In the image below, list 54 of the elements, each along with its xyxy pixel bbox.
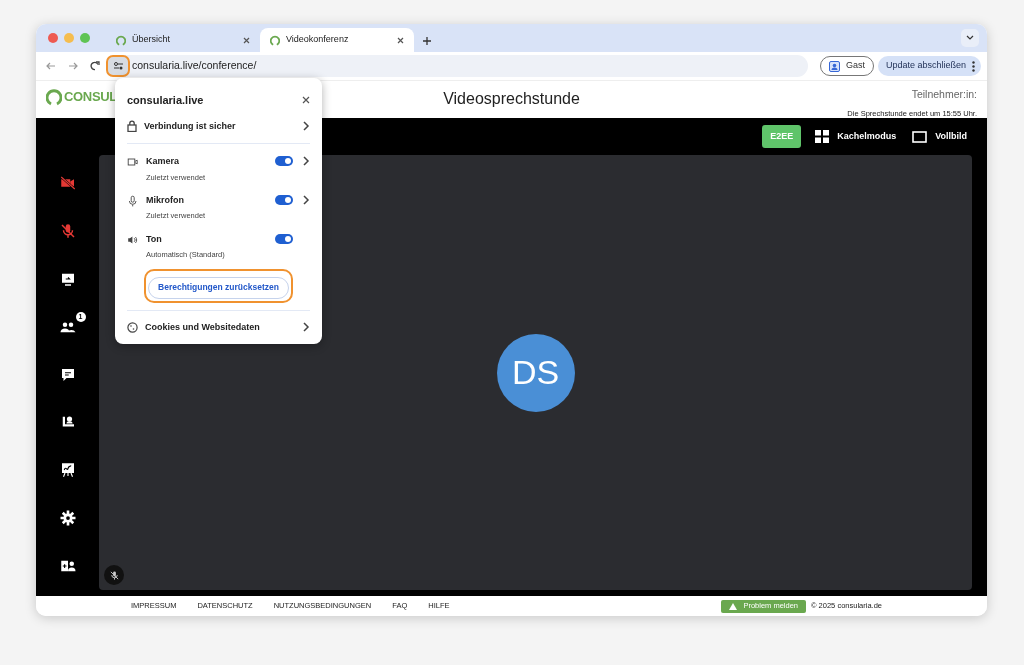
permission-label: Ton (146, 232, 163, 246)
lock-icon (127, 120, 137, 133)
new-tab-icon[interactable] (422, 36, 432, 46)
toggle-switch[interactable] (275, 194, 293, 205)
camera-off-icon[interactable] (58, 174, 77, 192)
close-icon[interactable] (397, 36, 404, 44)
close-icon[interactable] (302, 96, 310, 105)
chevron-icon (302, 322, 310, 333)
camera-icon (127, 156, 139, 168)
cookies-label: Cookies und Websitedaten (145, 320, 261, 334)
sliders-icon (112, 61, 124, 71)
more-icon (972, 60, 975, 72)
participants-label: Teilnehmer:in: (911, 87, 977, 102)
back-icon[interactable] (46, 61, 56, 71)
connection-label: Verbindung ist sicher (144, 119, 237, 133)
fullscreen-icon (912, 130, 928, 143)
profile-icon (828, 60, 840, 72)
permission-label: Mikrofon (146, 193, 185, 207)
tile-mode-button[interactable]: Kachelmodus (815, 129, 897, 144)
grid-icon (815, 130, 830, 143)
logo-text: CONSUL (64, 88, 117, 106)
logo-icon (270, 34, 280, 46)
site-info-button[interactable] (106, 55, 130, 77)
popup-title: consularia.live (127, 93, 204, 108)
tab-title: Videokonferenz (286, 33, 350, 47)
update-button[interactable]: Update abschließen (877, 56, 981, 76)
chevron-icon (302, 194, 310, 205)
caret-icon (966, 35, 974, 41)
toggle-switch[interactable] (275, 233, 293, 244)
url-text: consularia.live/conference/ (132, 58, 257, 74)
microphone-icon (127, 194, 139, 207)
warning-icon (729, 602, 738, 610)
browser-tab[interactable]: Übersicht (106, 28, 260, 52)
permission-label: Kamera (146, 155, 181, 168)
microphone-off-icon[interactable] (58, 221, 77, 240)
browser-tab[interactable]: Videokonferenz (260, 28, 414, 52)
chevron-icon (302, 121, 310, 132)
address-bar[interactable]: consularia.live/conference/ (106, 55, 808, 77)
chevron-icon (302, 156, 310, 166)
close-icon[interactable] (243, 36, 250, 44)
cookies-row[interactable]: Cookies und Websitedaten (127, 320, 310, 335)
avatar: DS (496, 333, 575, 412)
tab-title: Übersicht (132, 33, 171, 47)
fullscreen-button[interactable]: Vollbild (912, 129, 967, 144)
page-title: Videosprechstunde (443, 89, 580, 109)
reload-icon[interactable] (90, 61, 100, 71)
toggle-switch[interactable] (275, 156, 293, 166)
logo-icon (46, 87, 62, 106)
cookie-icon (127, 321, 138, 333)
logo-icon (116, 34, 126, 46)
settings-icon[interactable] (58, 509, 77, 528)
forward-icon[interactable] (68, 61, 78, 71)
connection-row[interactable]: Verbindung ist sicher (127, 119, 310, 144)
e2ee-badge: E2EE (762, 124, 802, 149)
